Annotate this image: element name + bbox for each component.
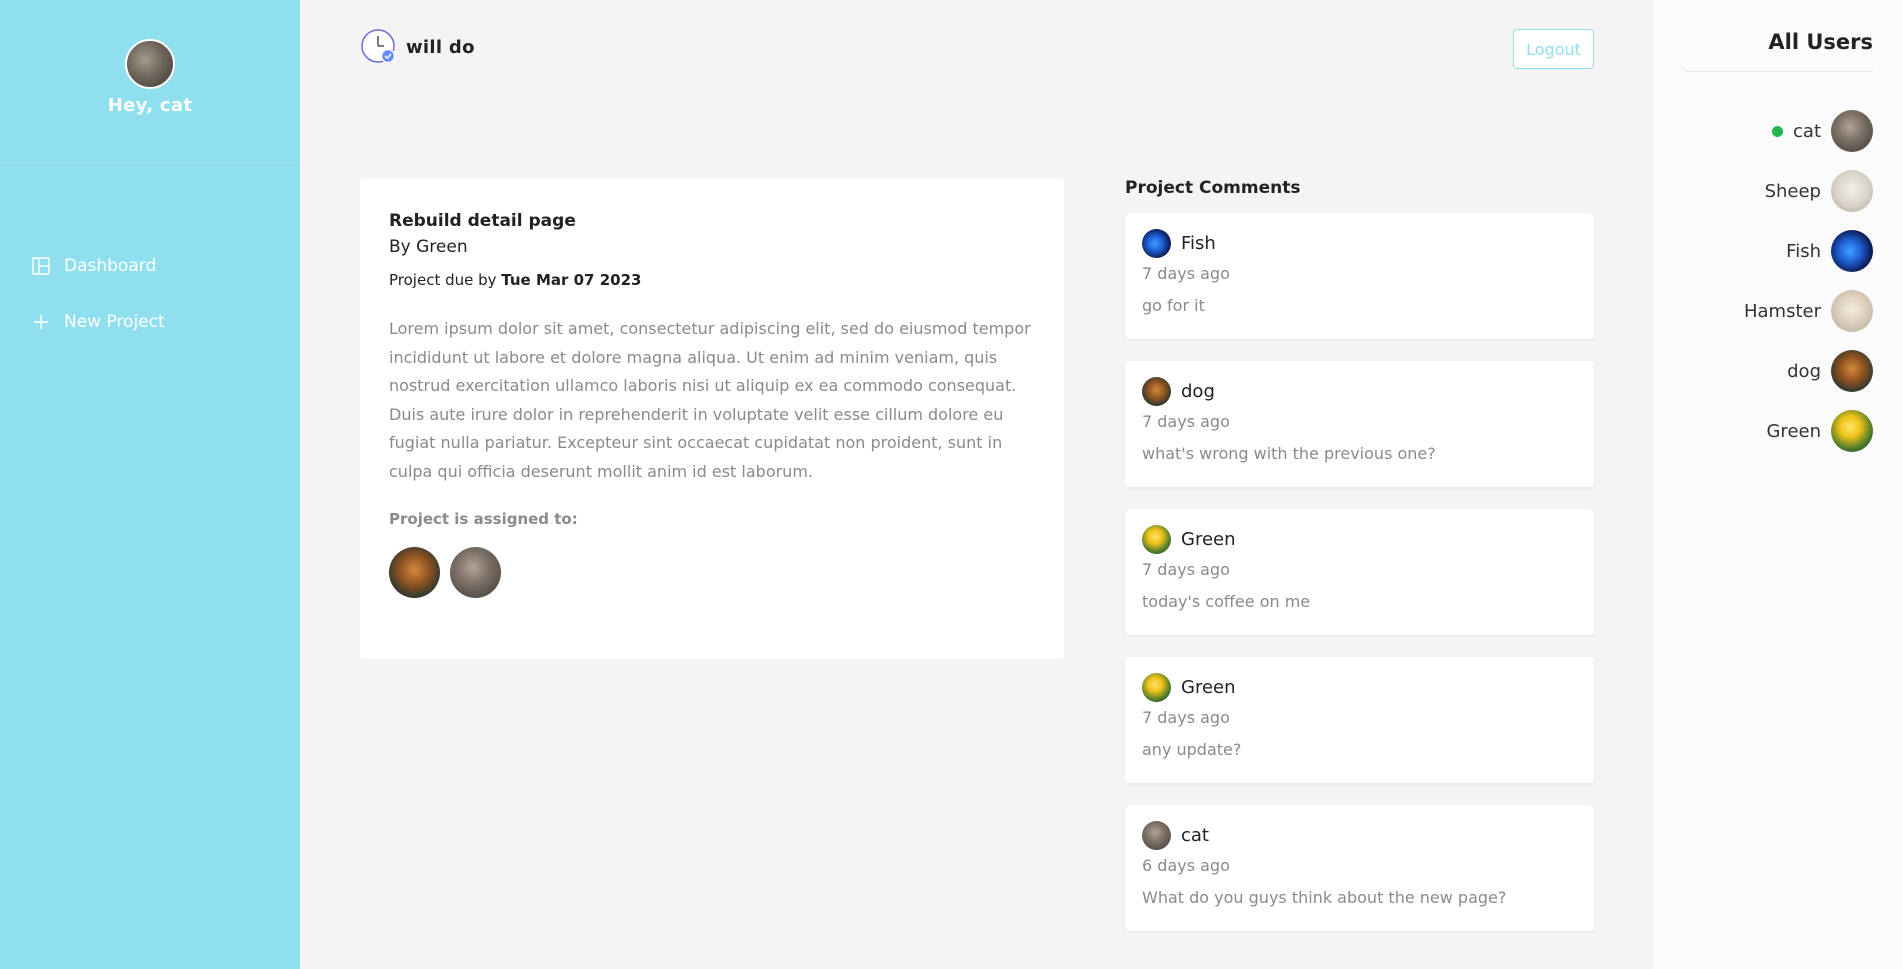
- users-list: cat Sheep Fish Hamster dog Green: [1744, 110, 1873, 470]
- project-due-date: Tue Mar 07 2023: [501, 271, 642, 289]
- user-greeting: Hey, cat: [107, 95, 193, 116]
- project-due: Project due by Tue Mar 07 2023: [389, 271, 1035, 289]
- user-item[interactable]: Hamster: [1744, 290, 1873, 332]
- dashboard-icon: [32, 257, 50, 275]
- user-item[interactable]: Fish: [1744, 230, 1873, 272]
- comment-time: 7 days ago: [1142, 412, 1230, 431]
- comment-author: cat: [1181, 825, 1209, 846]
- comment-author: Green: [1181, 677, 1236, 698]
- current-user-avatar: [125, 39, 175, 89]
- user-name: Hamster: [1743, 300, 1821, 322]
- sidebar-item-label: New Project: [64, 312, 165, 332]
- main-content: will do Logout Rebuild detail page By Gr…: [300, 0, 1653, 969]
- project-comments: Project Comments Fish 7 days ago go for …: [1125, 178, 1594, 953]
- brand-name: will do: [406, 36, 475, 58]
- user-item[interactable]: dog: [1744, 350, 1873, 392]
- user-item[interactable]: Sheep: [1744, 170, 1873, 212]
- comment-time: 7 days ago: [1142, 264, 1230, 283]
- comment-text: any update?: [1142, 740, 1242, 759]
- avatar: [1142, 377, 1171, 406]
- user-name: cat: [1793, 120, 1821, 142]
- avatar: [1831, 350, 1873, 392]
- user-item[interactable]: Green: [1744, 410, 1873, 452]
- avatar: [1831, 170, 1873, 212]
- users-title: All Users: [1768, 30, 1873, 54]
- project-due-label: Project due by: [389, 271, 497, 289]
- sidebar-item-dashboard[interactable]: Dashboard: [0, 251, 300, 281]
- assigned-users: [389, 547, 1035, 598]
- avatar: [1831, 230, 1873, 272]
- comment-text: today's coffee on me: [1142, 592, 1311, 611]
- sidebar-item-label: Dashboard: [64, 256, 157, 276]
- comment-time: 6 days ago: [1142, 856, 1230, 875]
- comment-card: Green 7 days ago today's coffee on me: [1125, 509, 1594, 635]
- avatar: [1831, 410, 1873, 452]
- user-name: Sheep: [1764, 180, 1821, 202]
- avatar: [1142, 525, 1171, 554]
- avatar: [450, 547, 501, 598]
- comment-card: Fish 7 days ago go for it: [1125, 213, 1594, 339]
- avatar: [1142, 229, 1171, 258]
- sidebar: Hey, cat Dashboard New Project: [0, 0, 300, 969]
- logout-button[interactable]: Logout: [1513, 29, 1594, 69]
- users-panel: All Users cat Sheep Fish Hamster dog Gre…: [1653, 0, 1903, 969]
- comment-card: Green 7 days ago any update?: [1125, 657, 1594, 783]
- user-name: Green: [1766, 420, 1821, 442]
- comment-card: dog 7 days ago what's wrong with the pre…: [1125, 361, 1594, 487]
- avatar: [1831, 110, 1873, 152]
- avatar: [389, 547, 440, 598]
- avatar: [1142, 821, 1171, 850]
- comment-text: What do you guys think about the new pag…: [1142, 888, 1507, 907]
- comment-author: Green: [1181, 529, 1236, 550]
- sidebar-item-new-project[interactable]: New Project: [0, 307, 300, 337]
- comment-author: Fish: [1181, 233, 1216, 254]
- comments-title: Project Comments: [1125, 178, 1301, 198]
- sidebar-nav: Dashboard New Project: [0, 251, 300, 337]
- online-status-icon: [1772, 125, 1784, 137]
- comment-text: go for it: [1142, 296, 1205, 315]
- comment-time: 7 days ago: [1142, 560, 1230, 579]
- project-description: Lorem ipsum dolor sit amet, consectetur …: [389, 319, 1031, 481]
- divider: [1685, 71, 1873, 72]
- comment-text: what's wrong with the previous one?: [1142, 444, 1436, 463]
- project-author: By Green: [389, 237, 468, 257]
- project-title: Rebuild detail page: [389, 211, 576, 231]
- user-item[interactable]: cat: [1744, 110, 1873, 152]
- avatar: [1831, 290, 1873, 332]
- clock-logo-icon: [360, 28, 398, 66]
- user-name: dog: [1787, 360, 1821, 382]
- brand[interactable]: will do: [360, 28, 475, 66]
- avatar: [1142, 673, 1171, 702]
- user-name: Fish: [1786, 240, 1821, 262]
- comment-author: dog: [1181, 381, 1215, 402]
- assigned-label: Project is assigned to:: [389, 510, 578, 528]
- comment-time: 7 days ago: [1142, 708, 1230, 727]
- comment-card: cat 6 days ago What do you guys think ab…: [1125, 805, 1594, 931]
- project-card: Rebuild detail page By Green Project due…: [360, 179, 1064, 659]
- plus-icon: [32, 313, 50, 331]
- current-user-block: Hey, cat: [0, 0, 300, 163]
